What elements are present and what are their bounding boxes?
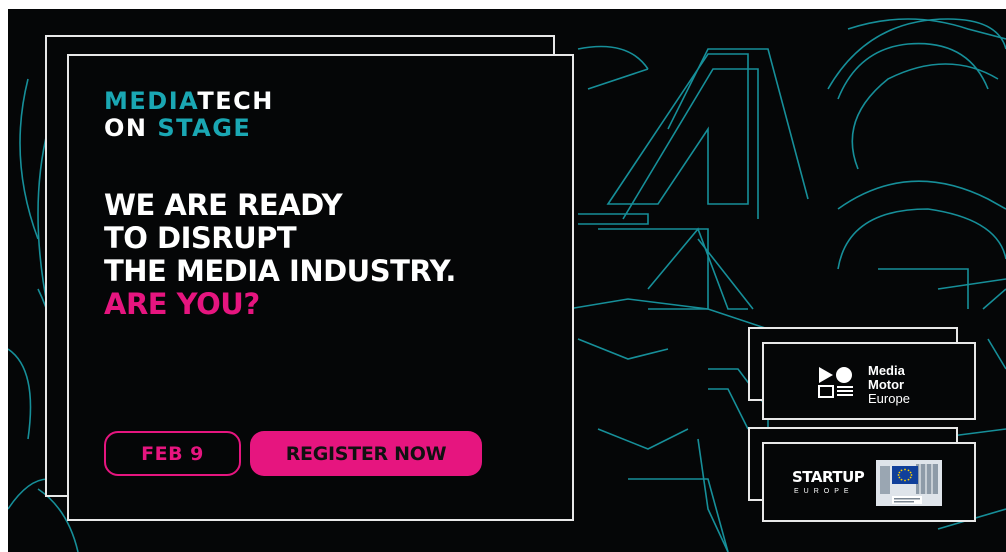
headline-line-3: THE MEDIA INDUSTRY. (104, 254, 456, 288)
brand-media: MEDIA (104, 87, 198, 115)
eu-flag-icon (892, 466, 918, 484)
mme-media: Media (868, 363, 905, 378)
headline-question: ARE YOU? (104, 287, 260, 321)
media-motor-europe-text: Media Motor Europe (868, 364, 910, 406)
brand-stage: STAGE (157, 114, 252, 142)
brand-on: ON (104, 114, 158, 142)
startup-europe-title: STARTUP (792, 468, 865, 486)
brand-line-1: MEDIATECH (104, 89, 274, 113)
brand-line-2: ON STAGE (104, 116, 251, 140)
media-motor-europe-logo-box: Media Motor Europe (762, 342, 976, 420)
startup-europe-subtitle: EUROPE (794, 488, 854, 495)
event-banner: MEDIATECH ON STAGE WE ARE READY TO DISRU… (8, 9, 1006, 552)
headline-line-1: WE ARE READY (104, 188, 343, 222)
media-motor-logo-icon (818, 367, 853, 398)
brand-tech: TECH (197, 87, 274, 115)
date-button[interactable]: FEB 9 (104, 431, 241, 476)
startup-europe-logo-box: STARTUP EUROPE (762, 442, 976, 522)
mme-europe: Europe (868, 391, 910, 406)
register-now-button[interactable]: REGISTER NOW (250, 431, 482, 476)
mme-motor: Motor (868, 377, 905, 392)
headline-line-2: TO DISRUPT (104, 221, 297, 255)
